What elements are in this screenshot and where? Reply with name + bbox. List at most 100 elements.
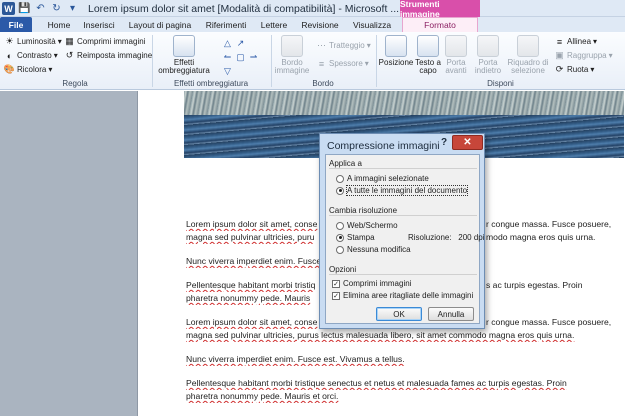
wrap-text-icon	[417, 35, 439, 57]
tab-home[interactable]: Home	[42, 17, 76, 32]
quick-access-toolbar: W 💾 ↶ ↻ ▾	[2, 2, 79, 15]
word-logo-icon[interactable]: W	[2, 2, 15, 15]
nudge-shadow-down-icon[interactable]: ▽	[222, 66, 233, 77]
rotate-icon: ⟳	[555, 64, 564, 74]
picture-tools-header: Strumenti immagine	[400, 0, 480, 19]
tab-lettere[interactable]: Lettere	[256, 17, 292, 32]
checkbox-label: Elimina aree ritagliate delle immagini	[343, 291, 474, 300]
save-icon[interactable]: 💾	[18, 2, 31, 15]
ruota-label: Ruota	[567, 65, 589, 74]
tab-layout-di-pagina[interactable]: Layout di pagina	[122, 17, 198, 32]
radio-web-schermo[interactable]: Web/Schermo	[336, 221, 398, 230]
nudge-shadow-left-icon[interactable]: ↼	[222, 52, 233, 63]
radio-button[interactable]	[336, 174, 344, 183]
group-label-regola: Regola	[62, 79, 88, 88]
radio-nessuna-modifica[interactable]: Nessuna modifica	[336, 245, 411, 254]
contrast-icon: ◐	[6, 50, 13, 61]
risoluzione-value: 200 dpi	[458, 233, 485, 242]
raggruppa-button[interactable]: ▣ Raggruppa ▾	[554, 50, 612, 61]
close-icon[interactable]: ✕	[452, 135, 483, 150]
repeat-icon[interactable]: ↻	[50, 2, 63, 15]
help-icon[interactable]: ?	[439, 137, 449, 149]
ribbon-tabs: File Home Inserisci Layout di pagina Rif…	[0, 17, 625, 32]
effetti-ombreggiatura-button[interactable]: Effetti ombreggiatura	[156, 35, 212, 75]
picture-border-icon	[281, 35, 303, 57]
divider	[329, 168, 477, 169]
porta-avanti-label: Porta avanti	[445, 58, 467, 75]
dash-style-icon: ⋯	[317, 40, 326, 50]
nudge-shadow-up-icon[interactable]: △	[222, 38, 233, 49]
posizione-button[interactable]: Posizione	[378, 35, 414, 67]
shadow-nudge-icons-2[interactable]: ↼ ▢ ⇀	[222, 52, 259, 63]
testo-a-capo-button[interactable]: Testo a capo	[414, 35, 442, 75]
group-icon: ▣	[555, 50, 564, 60]
align-icon: ≡	[556, 36, 563, 47]
tab-file[interactable]: File	[0, 17, 32, 32]
reimposta-immagine-button[interactable]: ↺ Reimposta immagine	[64, 50, 152, 61]
comprimi-immagini-button[interactable]: ▦ Comprimi immagini	[64, 36, 145, 47]
tratteggio-button[interactable]: ⋯ Tratteggio ▾	[316, 40, 371, 51]
allinea-button[interactable]: ≡ Allinea ▾	[554, 36, 597, 47]
porta-indietro-label: Porta indietro	[474, 58, 502, 75]
nudge-shadow-right-icon[interactable]: ⇀	[248, 52, 259, 63]
shadow-nudge-icons[interactable]: △ ↗	[222, 38, 246, 49]
ricolora-button[interactable]: 🎨 Ricolora ▾	[4, 64, 52, 75]
radio-immagini-selezionate[interactable]: A immagini selezionate	[336, 174, 429, 183]
shadow-onoff-icon[interactable]: ▢	[235, 52, 246, 63]
posizione-label: Posizione	[378, 58, 414, 67]
raggruppa-label: Raggruppa	[567, 51, 607, 60]
customize-qat-icon[interactable]: ▾	[66, 2, 79, 15]
divider	[329, 215, 477, 216]
nudge-shadow-upright-icon[interactable]: ↗	[235, 38, 246, 49]
text-run: Nunc viverra imperdiet enim. Fusce est. …	[186, 354, 405, 364]
tab-riferimenti[interactable]: Riferimenti	[200, 17, 252, 32]
paragraph-6-line-1[interactable]: Pellentesque habitant morbi tristique se…	[186, 377, 622, 390]
radio-button[interactable]	[336, 245, 344, 254]
checkbox-checked[interactable]: ✓	[332, 279, 340, 288]
ok-button[interactable]: OK	[376, 307, 422, 321]
window-title: Lorem ipsum dolor sit amet [Modalità di …	[88, 3, 400, 15]
tab-formato[interactable]: Formato	[402, 17, 478, 32]
bordo-immagine-button[interactable]: Bordo immagine	[275, 35, 309, 75]
paragraph-4-line-2[interactable]: magna sed pulvinar ultricies, purus lect…	[186, 329, 622, 342]
shadow-nudge-icons-3[interactable]: ▽	[222, 66, 233, 77]
radio-label: A immagini selezionate	[347, 174, 429, 183]
riquadro-selezione-button[interactable]: Riquadro di selezione	[506, 35, 550, 75]
ruota-button[interactable]: ⟳ Ruota ▾	[554, 64, 595, 75]
annulla-button[interactable]: Annulla	[428, 307, 474, 321]
contrasto-button[interactable]: ◐ Contrasto ▾	[4, 50, 58, 61]
tab-inserisci[interactable]: Inserisci	[78, 17, 120, 32]
tratteggio-label: Tratteggio	[329, 41, 365, 50]
bordo-immagine-label: Bordo immagine	[274, 58, 310, 75]
radio-button-selected[interactable]	[336, 186, 344, 195]
shadow-effects-icon	[173, 35, 195, 57]
radio-label: Stampa	[347, 233, 375, 242]
text-run: r congue massa. Fusce posuere,	[486, 219, 612, 229]
radio-label: Nessuna modifica	[347, 245, 411, 254]
undo-icon[interactable]: ↶	[34, 2, 47, 15]
compress-pictures-icon: ▦	[65, 36, 74, 46]
selection-pane-icon	[517, 35, 539, 57]
text-run: Lorem ipsum dolor sit amet, conse	[186, 317, 318, 327]
ricolora-label: Ricolora	[17, 65, 47, 74]
checkbox-comprimi-immagini[interactable]: ✓ Comprimi immagini	[332, 279, 411, 288]
title-bar: W 💾 ↶ ↻ ▾ Lorem ipsum dolor sit amet [Mo…	[0, 0, 625, 19]
radio-tutte-immagini[interactable]: A tutte le immagini del documento	[336, 185, 469, 196]
radio-button-selected[interactable]	[336, 233, 344, 242]
checkbox-elimina-aree[interactable]: ✓ Elimina aree ritagliate delle immagini	[332, 291, 473, 300]
checkbox-checked[interactable]: ✓	[332, 291, 340, 300]
group-label-bordo: Bordo	[312, 79, 334, 88]
radio-stampa[interactable]: Stampa	[336, 233, 375, 242]
tab-visualizza[interactable]: Visualizza	[348, 17, 396, 32]
spessore-button[interactable]: ≡ Spessore ▾	[316, 58, 369, 69]
paragraph-5[interactable]: Nunc viverra imperdiet enim. Fusce est. …	[186, 353, 622, 366]
radio-label: A tutte le immagini del documento	[345, 185, 469, 196]
dialog-body: Applica a A immagini selezionate A tutte…	[325, 154, 485, 324]
luminosita-button[interactable]: ☀ Luminosità ▾	[4, 36, 61, 47]
tab-revisione[interactable]: Revisione	[296, 17, 344, 32]
porta-avanti-button[interactable]: Porta avanti	[442, 35, 470, 75]
paragraph-6-line-2[interactable]: pharetra nonummy pede. Mauris et orci.	[186, 390, 622, 403]
radio-button[interactable]	[336, 221, 344, 230]
porta-indietro-button[interactable]: Porta indietro	[472, 35, 504, 75]
reset-picture-icon: ↺	[65, 50, 74, 60]
